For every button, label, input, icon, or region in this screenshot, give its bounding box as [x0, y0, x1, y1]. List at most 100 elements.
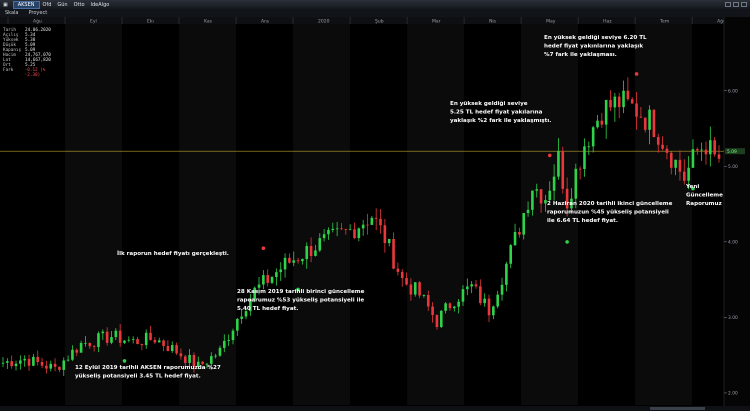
candle	[700, 142, 703, 161]
month-band	[65, 24, 123, 405]
y-tick-label: 5.00	[728, 164, 738, 170]
candle-body	[270, 276, 274, 283]
candle-body	[288, 257, 291, 263]
annotation-text: 12 Eylül 2019 tarihli AKSEN raporumuzda …	[75, 365, 221, 371]
candle-body	[409, 284, 413, 295]
candle-body	[379, 218, 382, 226]
toolbar-item[interactable]: Gün	[54, 2, 70, 8]
price-chart[interactable]: Ağu Eyl Ekı Kas Ara 2020 Şub Mar Nis May Haz Tem Ağu…	[0, 17, 750, 411]
month-label: Eyl	[90, 18, 97, 24]
candle-body	[45, 365, 48, 369]
candle-body	[6, 361, 9, 363]
candle-body	[49, 363, 53, 369]
candle-body	[587, 146, 591, 148]
candle-body	[266, 275, 270, 283]
maximize-icon[interactable]	[733, 2, 739, 7]
candle-body	[36, 356, 40, 362]
candle-body	[435, 315, 439, 328]
month-band	[407, 24, 465, 405]
candle-body	[162, 340, 165, 347]
month-label: 2020	[318, 18, 330, 24]
scrollbar-thumb[interactable]	[650, 407, 705, 410]
month-label: Ağu	[33, 17, 42, 24]
candle	[49, 360, 53, 372]
candle	[604, 99, 608, 139]
candle-body	[548, 190, 552, 201]
candle-body	[426, 294, 430, 307]
buy-signal-marker	[122, 359, 127, 363]
menu-item-proyect[interactable]: Proyect	[24, 10, 53, 16]
candle-body	[687, 167, 690, 181]
candle-body	[136, 339, 139, 345]
candle	[578, 166, 582, 180]
candle-body	[201, 361, 204, 364]
minimize-icon[interactable]	[725, 2, 731, 7]
candle	[492, 305, 495, 320]
toolbar: ▣ AKSEN Ofd Gün Otto IdeAlgo	[0, 0, 750, 9]
candle-body	[175, 345, 178, 354]
candle-body	[479, 286, 482, 304]
candle-body	[244, 311, 248, 317]
symbol-selector[interactable]: AKSEN	[12, 0, 40, 9]
candle	[474, 280, 478, 289]
candle	[396, 262, 400, 276]
candle	[157, 337, 161, 343]
candle-body	[179, 353, 183, 357]
candle-body	[431, 306, 434, 316]
menu-item-skala[interactable]: Skala	[0, 10, 24, 16]
candle-body	[561, 150, 565, 189]
month-label: Haz	[603, 18, 612, 24]
candle	[513, 223, 517, 246]
candle-body	[366, 224, 369, 226]
candle	[127, 336, 131, 343]
candle-body	[27, 358, 31, 366]
candle	[140, 343, 144, 351]
candle-body	[596, 120, 599, 128]
candle-body	[275, 272, 278, 277]
close-icon[interactable]	[741, 2, 747, 7]
annotation-text: %7 fark ile yaklaşması.	[544, 52, 617, 58]
toolbar-item[interactable]: IdeAlgo	[88, 2, 113, 8]
candle	[717, 145, 721, 163]
candle	[439, 310, 443, 329]
candle-body	[522, 213, 526, 235]
candle-body	[118, 330, 122, 343]
annotation-text: raporumuzun %45 yükseliş potansiyeli	[547, 209, 669, 215]
candle-body	[583, 146, 586, 169]
toolbar-item[interactable]: Otto	[71, 2, 88, 8]
candle-body	[648, 109, 651, 130]
candle-body	[309, 246, 313, 256]
candle-body	[127, 339, 131, 341]
month-label: Ekı	[147, 18, 154, 24]
candle	[383, 218, 387, 253]
candle-body	[704, 149, 708, 155]
annotation-text: ile 6.64 TL hedef fiyat.	[547, 218, 618, 224]
candle-body	[131, 339, 135, 340]
month-label: Şub	[375, 18, 384, 24]
candle-body	[709, 140, 712, 155]
month-label: Mar	[432, 18, 441, 24]
candle-body	[110, 337, 113, 343]
annotation-text: 5.25 TL hedef fiyat yakılarına	[450, 109, 543, 115]
candle-body	[466, 286, 469, 290]
candle-body	[682, 171, 686, 181]
candle-body	[183, 356, 187, 363]
candle-body	[557, 150, 560, 177]
annotation-text: En yüksek geldiği seviye	[450, 101, 528, 107]
sell-signal-marker	[634, 72, 639, 76]
candle-body	[639, 116, 643, 118]
candle-body	[188, 354, 191, 363]
horizontal-scrollbar	[0, 406, 750, 411]
candle-body	[500, 284, 504, 295]
app-logo-icon[interactable]: ▣	[0, 2, 11, 8]
toolbar-item[interactable]: Ofd	[40, 2, 55, 8]
candle	[275, 268, 278, 286]
candle-body	[170, 345, 174, 352]
candle	[709, 126, 712, 167]
candle-body	[617, 96, 621, 108]
candle	[500, 277, 504, 301]
month-band	[293, 24, 351, 405]
candle-body	[370, 217, 374, 225]
candle	[652, 109, 656, 138]
candle-body	[492, 306, 495, 316]
